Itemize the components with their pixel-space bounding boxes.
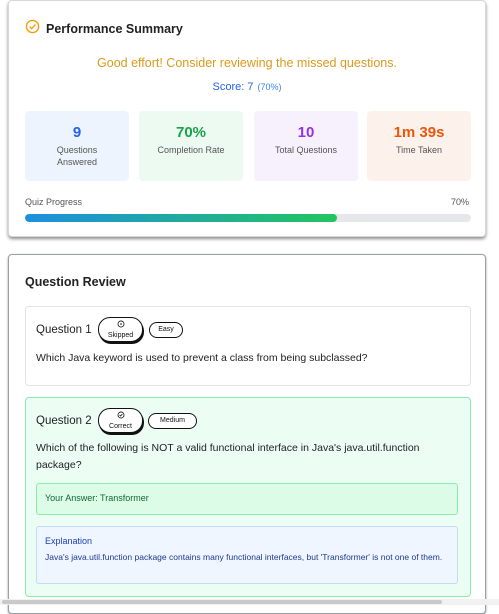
difficulty-badge: Easy bbox=[149, 322, 183, 338]
score-value: Score: 7 bbox=[212, 81, 254, 93]
question-label: Question 1 bbox=[36, 324, 92, 336]
stat-label: Time Taken bbox=[395, 145, 443, 155]
question-card: Question 1 Skipped Easy Which Java keywo… bbox=[25, 306, 471, 386]
status-text: Skipped bbox=[107, 332, 134, 339]
status-badge-correct: Correct bbox=[98, 408, 143, 433]
progress-fill bbox=[25, 214, 338, 222]
score-percent: (70%) bbox=[257, 82, 282, 92]
scrollbar-thumb[interactable] bbox=[2, 600, 442, 604]
skip-circle-icon bbox=[99, 320, 142, 331]
status-badge-skipped: Skipped bbox=[98, 317, 143, 342]
performance-summary-card: Performance Summary Good effort! Conside… bbox=[8, 0, 486, 237]
stat-completion-rate: 70% Completion Rate bbox=[139, 111, 243, 181]
stat-value: 10 bbox=[297, 124, 315, 141]
stat-time-taken: 1m 39s Time Taken bbox=[367, 111, 471, 181]
question-label: Question 2 bbox=[36, 415, 92, 427]
check-circle-icon bbox=[99, 411, 142, 422]
status-text: Correct bbox=[109, 423, 132, 430]
stat-questions-answered: 9 Questions Answered bbox=[25, 111, 129, 181]
summary-header: Performance Summary bbox=[25, 19, 183, 39]
progress-bar bbox=[25, 214, 471, 222]
stat-label: Questions Answered bbox=[56, 145, 98, 167]
stat-value: 70% bbox=[175, 124, 207, 141]
stat-total-questions: 10 Total Questions bbox=[254, 111, 358, 181]
explanation-box: Explanation Java's java.util.function pa… bbox=[36, 526, 458, 584]
summary-title: Performance Summary bbox=[46, 22, 183, 36]
score-line: Score: 7 (70%) bbox=[9, 81, 485, 93]
stat-label: Completion Rate bbox=[157, 145, 225, 155]
stat-value: 9 bbox=[72, 124, 82, 141]
progress-label: Quiz Progress bbox=[25, 197, 83, 207]
difficulty-badge: Medium bbox=[148, 413, 197, 429]
horizontal-scrollbar[interactable] bbox=[0, 599, 499, 605]
explanation-title: Explanation bbox=[45, 536, 93, 546]
stat-label: Total Questions bbox=[274, 145, 338, 155]
question-review-card: Question Review Question 1 Skipped Easy … bbox=[8, 254, 486, 614]
review-title: Question Review bbox=[25, 275, 126, 289]
explanation-text: Java's java.util.function package contai… bbox=[45, 552, 443, 562]
stat-value: 1m 39s bbox=[393, 124, 445, 141]
progress-percent: 70% bbox=[450, 197, 469, 207]
question-card: Question 2 Correct Medium Which of the f… bbox=[25, 397, 471, 597]
check-circle-icon bbox=[25, 19, 40, 39]
question-text: Which of the following is NOT a valid fu… bbox=[36, 442, 420, 471]
question-text: Which Java keyword is used to prevent a … bbox=[36, 352, 368, 364]
your-answer-box: Your Answer: Transformer bbox=[36, 483, 458, 515]
feedback-message: Good effort! Consider reviewing the miss… bbox=[97, 56, 397, 70]
